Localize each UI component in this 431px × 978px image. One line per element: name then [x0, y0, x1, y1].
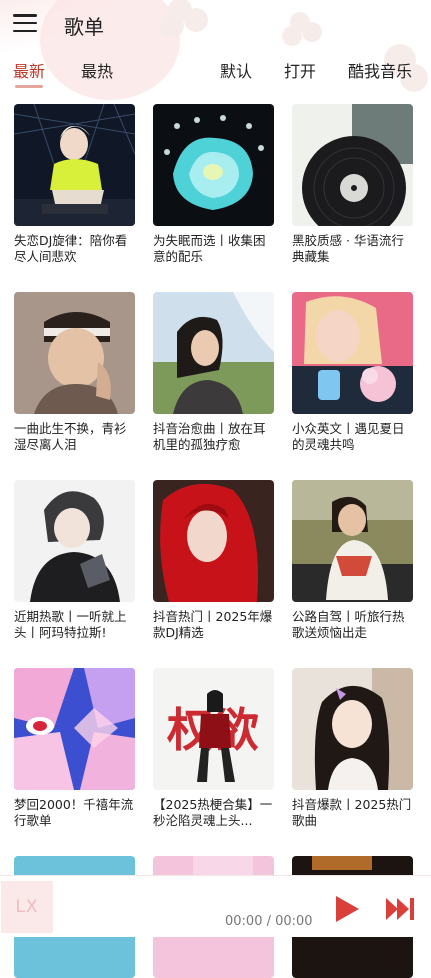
hamburger-menu-icon[interactable]	[13, 14, 37, 34]
playlist-title: 抖音热门丨2025年爆款DJ精选	[153, 609, 273, 640]
playlist-cover	[14, 668, 135, 790]
tab-latest[interactable]: 最新	[13, 58, 45, 82]
source-kuwo-music[interactable]: 酷我音乐	[348, 58, 412, 82]
playlist-title: 一曲此生不换，青衫湿尽离人泪	[14, 421, 127, 452]
playlist-title: 黑胶质感 · 华语流行典藏集	[292, 233, 404, 264]
playlist-title: 近期热歌丨一听就上头丨阿玛特拉斯!	[14, 609, 127, 640]
player-bar: LX 00:00 / 00:00	[0, 875, 431, 937]
playlist-cover	[14, 480, 135, 602]
playlist-card[interactable]: 权欲 【2025热梗合集】一秒沦陷灵魂上头...	[153, 668, 274, 829]
playlist-title: 为失眠而选丨收集困意的配乐	[153, 233, 266, 264]
playlist-card[interactable]: 梦回2000！千禧年流行歌单	[14, 668, 135, 829]
playlist-cover	[153, 292, 274, 414]
playlist-cover	[292, 292, 413, 414]
playlist-card[interactable]: 小众英文丨遇见夏日的灵魂共鸣	[292, 292, 413, 453]
playlist-cover: 权欲	[153, 668, 274, 790]
play-icon[interactable]	[333, 894, 361, 924]
playlist-card[interactable]: 为失眠而选丨收集困意的配乐	[153, 104, 274, 265]
tab-hottest[interactable]: 最热	[81, 58, 113, 82]
playlist-title: 小众英文丨遇见夏日的灵魂共鸣	[292, 421, 405, 452]
playlist-card[interactable]: 抖音治愈曲丨放在耳机里的孤独疗愈	[153, 292, 274, 453]
playlist-cover	[14, 292, 135, 414]
playlist-title: 【2025热梗合集】一秒沦陷灵魂上头...	[153, 797, 273, 828]
sort-open[interactable]: 打开	[284, 58, 316, 82]
playlist-title: 梦回2000！千禧年流行歌单	[14, 797, 134, 828]
active-tab-indicator	[15, 85, 43, 88]
playlist-cover	[292, 480, 413, 602]
playlist-card[interactable]: 公路自驾丨听旅行热歌送烦恼出走	[292, 480, 413, 641]
app-logo[interactable]: LX	[1, 881, 53, 933]
playlist-cover	[14, 104, 135, 226]
playback-time: 00:00 / 00:00	[225, 914, 313, 929]
playlist-cover	[292, 104, 413, 226]
playlist-cover	[153, 480, 274, 602]
playlist-card[interactable]: 近期热歌丨一听就上头丨阿玛特拉斯!	[14, 480, 135, 641]
playlist-title: 公路自驾丨听旅行热歌送烦恼出走	[292, 609, 405, 640]
playlist-title: 失恋DJ旋律：陪你看尽人间悲欢	[14, 233, 128, 264]
filter-bar: 最新 最热 默认 打开 酷我音乐	[0, 58, 431, 88]
playlist-card[interactable]: 抖音热门丨2025年爆款DJ精选	[153, 480, 274, 641]
playlist-title: 抖音爆款丨2025热门歌曲	[292, 797, 412, 828]
playlist-cover	[292, 668, 413, 790]
app-header: 歌单	[0, 0, 431, 52]
playlist-card[interactable]: 一曲此生不换，青衫湿尽离人泪	[14, 292, 135, 453]
playlist-card[interactable]: 黑胶质感 · 华语流行典藏集	[292, 104, 413, 265]
playlist-card[interactable]: 失恋DJ旋律：陪你看尽人间悲欢	[14, 104, 135, 265]
playlist-title: 抖音治愈曲丨放在耳机里的孤独疗愈	[153, 421, 266, 452]
playlist-card[interactable]: 抖音爆款丨2025热门歌曲	[292, 668, 413, 829]
playlist-cover	[153, 104, 274, 226]
skip-next-icon[interactable]	[385, 896, 415, 922]
sort-default[interactable]: 默认	[220, 58, 252, 82]
page-title: 歌单	[64, 15, 104, 39]
